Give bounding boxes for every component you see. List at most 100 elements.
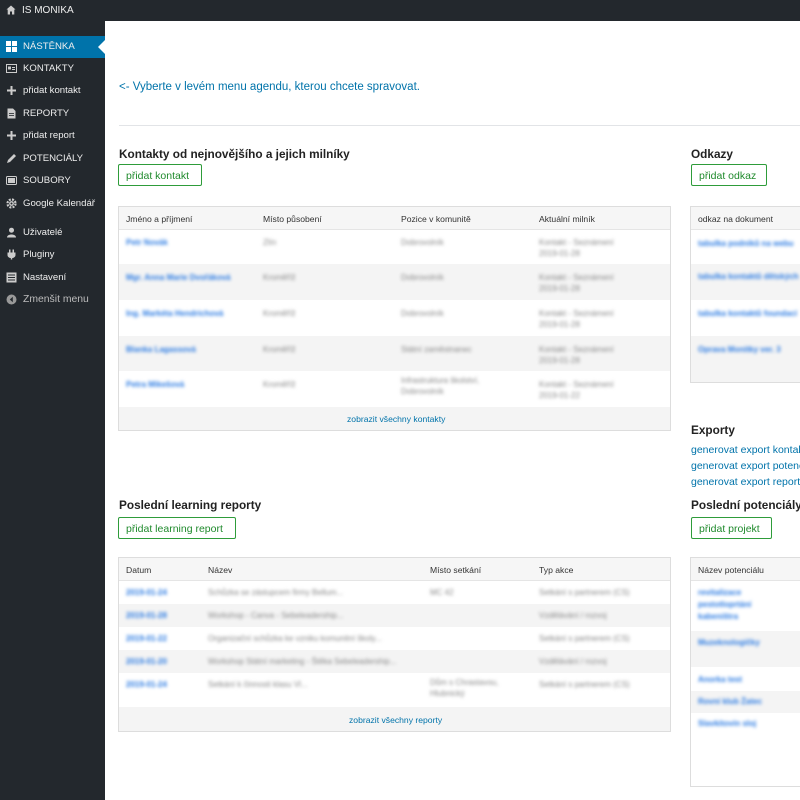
site-title[interactable]: IS MONIKA — [22, 5, 74, 16]
contact-milestone: Kontakt - Seznámení — [539, 345, 614, 354]
table-row[interactable]: 2019-01-22 Organizační schůzka ke vzniku… — [119, 627, 670, 650]
potential-link[interactable]: revitalizace pestotloprtání kabeništra — [698, 587, 762, 623]
exports-section-title: Exporty — [691, 423, 735, 437]
contact-position: Dobrovolník — [401, 238, 444, 247]
table-row[interactable]: tabulka kontaktů foundací — [691, 300, 800, 336]
report-date-link[interactable]: 2019-01-24 — [126, 680, 167, 689]
contact-milestone: Kontakt - Seznámení — [539, 380, 614, 389]
table-row[interactable]: Anorka test — [691, 667, 800, 691]
contact-name-link[interactable]: Petr Novák — [126, 238, 168, 247]
table-row[interactable]: Ing. Markéta Hendrichová Kroměříž Dobrov… — [119, 300, 670, 336]
add-project-button[interactable]: přidat projekt — [691, 517, 772, 539]
contact-place: Kroměříž — [263, 273, 296, 282]
table-row[interactable]: Rovní klub Žatec — [691, 691, 800, 713]
table-row[interactable]: Petr Novák Zlín Dobrovolník Kontakt - Se… — [119, 230, 670, 264]
document-link[interactable]: tabulka podniků na webu — [698, 239, 794, 248]
contact-position: Státní zaměstnanec — [401, 345, 472, 354]
dashboard-icon — [6, 41, 17, 52]
document-link[interactable]: Oprava Monitky ver. 3 — [698, 345, 781, 354]
links-table: odkaz na dokument tabulka podniků na web… — [690, 206, 800, 383]
sidebar-item-nastaveni[interactable]: Nastavení — [0, 267, 105, 289]
table-row[interactable]: Slavkitovín sloj — [691, 713, 800, 786]
sidebar-item-potencialy[interactable]: POTENCIÁLY — [0, 148, 105, 170]
table-row[interactable]: 2019-01-24 Schůzka se zástupcem firmy Be… — [119, 581, 670, 604]
report-title: Workshop - Canva - Sebeleadership... — [208, 611, 344, 620]
potentials-table: Název potenciálu revitalizace pestotlopr… — [690, 557, 800, 787]
sidebar-item-label: POTENCIÁLY — [23, 153, 84, 164]
report-date-link[interactable]: 2019-01-22 — [126, 634, 167, 643]
potential-link[interactable]: Slavkitovín sloj — [698, 719, 756, 728]
export-potentials-link[interactable]: generovat export potenciálů — [691, 460, 800, 472]
table-row[interactable]: Oprava Monitky ver. 3 — [691, 336, 800, 382]
sidebar-item-label: NÁSTĚNKA — [23, 41, 75, 52]
contact-milestone: Kontakt - Seznámení — [539, 238, 614, 247]
sidebar-item-label: KONTAKTY — [23, 63, 74, 74]
report-date-link[interactable]: 2019-01-28 — [126, 611, 167, 620]
table-row[interactable]: revitalizace pestotloprtání kabeništra — [691, 581, 800, 631]
export-reports-link[interactable]: generovat export reportů — [691, 476, 800, 488]
contact-milestone-date: 2019-01-28 — [539, 249, 580, 258]
sidebar-item-label: Uživatelé — [23, 227, 63, 238]
potential-link[interactable]: Rovní klub Žatec — [698, 697, 762, 706]
sidebar-item-pridat-kontakt[interactable]: přidat kontakt — [0, 80, 105, 102]
show-all-contacts-link[interactable]: zobrazit všechny kontakty — [347, 414, 445, 424]
sidebar: NÁSTĚNKA KONTAKTY přidat kontakt REPORTY… — [0, 21, 105, 800]
potential-link[interactable]: Anorka test — [698, 675, 742, 684]
table-row[interactable]: Blanka Lagassová Kroměříž Státní zaměstn… — [119, 336, 670, 371]
show-all-reports-link[interactable]: zobrazit všechny reporty — [349, 715, 442, 725]
table-row[interactable]: tabulka kontaktů dětských — [691, 264, 800, 300]
report-title: Workshop Státní marketing - Štěka Sebele… — [208, 657, 397, 666]
add-contact-button[interactable]: přidat kontakt — [118, 164, 202, 186]
instruction-text: <- Vyberte v levém menu agendu, kterou c… — [119, 81, 420, 93]
table-row[interactable]: Petra Mikešová Kroměříž Infrastruktura š… — [119, 371, 670, 407]
contacts-section-title: Kontakty od nejnovějšího a jejich milník… — [119, 147, 350, 161]
potential-link[interactable]: Muzeknologičky — [698, 638, 760, 647]
report-type: Vzdělávání / rozvoj — [539, 657, 607, 666]
sidebar-item-label: přidat kontakt — [23, 85, 81, 96]
collapse-menu-button[interactable]: Zmenšit menu — [0, 289, 105, 311]
contact-milestone-date: 2019-01-28 — [539, 356, 580, 365]
table-row[interactable]: 2019-01-28 Workshop - Canva - Sebeleader… — [119, 604, 670, 627]
contact-name-link[interactable]: Blanka Lagassová — [126, 345, 196, 354]
sidebar-item-pridat-report[interactable]: přidat report — [0, 125, 105, 147]
reports-table-header: Datum Název Místo setkání Typ akce — [119, 558, 670, 581]
sidebar-item-label: Pluginy — [23, 249, 55, 260]
main-content: <- Vyberte v levém menu agendu, kterou c… — [105, 21, 800, 800]
document-link[interactable]: tabulka kontaktů dětských — [698, 272, 798, 281]
contact-place: Kroměříž — [263, 345, 296, 354]
plugin-icon — [7, 249, 16, 260]
report-title: Organizační schůzka ke vzniku komunitní … — [208, 634, 382, 643]
sidebar-item-uzivatele[interactable]: Uživatelé — [0, 222, 105, 244]
report-place: Dům s Chrastavou, Hlubnický — [430, 678, 499, 698]
admin-topbar: IS MONIKA — [0, 0, 800, 21]
home-icon[interactable] — [6, 5, 16, 15]
contact-milestone-date: 2019-01-28 — [539, 284, 580, 293]
contact-milestone-date: 2019-01-22 — [539, 391, 580, 400]
sidebar-item-kontakty[interactable]: KONTAKTY — [0, 58, 105, 80]
report-date-link[interactable]: 2019-01-20 — [126, 657, 167, 666]
column-header-milestone: Aktuální milník — [539, 214, 595, 224]
add-link-button[interactable]: přidat odkaz — [691, 164, 767, 186]
sidebar-item-nastenka[interactable]: NÁSTĚNKA — [0, 36, 105, 58]
table-row[interactable]: Mgr. Anna Marie Dvořáková Kroměříž Dobro… — [119, 264, 670, 300]
report-place: MC 42 — [430, 588, 454, 597]
add-learning-report-button[interactable]: přidat learning report — [118, 517, 236, 539]
sidebar-item-pluginy[interactable]: Pluginy — [0, 244, 105, 266]
report-date-link[interactable]: 2019-01-24 — [126, 588, 167, 597]
column-header-document-link: odkaz na dokument — [698, 214, 774, 224]
table-row[interactable]: Muzeknologičky — [691, 631, 800, 667]
contact-name-link[interactable]: Ing. Markéta Hendrichová — [126, 309, 223, 318]
table-row[interactable]: tabulka podniků na webu — [691, 230, 800, 264]
gear-icon — [6, 198, 17, 209]
sidebar-item-soubory[interactable]: SOUBORY — [0, 170, 105, 192]
export-contacts-link[interactable]: generovat export kontaktů — [691, 444, 800, 456]
user-icon — [7, 227, 16, 238]
sidebar-item-reporty[interactable]: REPORTY — [0, 103, 105, 125]
table-row[interactable]: 2019-01-20 Workshop Státní marketing - Š… — [119, 650, 670, 673]
sidebar-item-google-kalendar[interactable]: Google Kalendář — [0, 193, 105, 215]
column-header-date: Datum — [126, 565, 152, 575]
table-row[interactable]: 2019-01-24 Setkání k činnosti klasu Vl..… — [119, 673, 670, 707]
document-link[interactable]: tabulka kontaktů foundací — [698, 309, 797, 318]
contact-name-link[interactable]: Petra Mikešová — [126, 380, 184, 389]
contact-name-link[interactable]: Mgr. Anna Marie Dvořáková — [126, 273, 231, 282]
